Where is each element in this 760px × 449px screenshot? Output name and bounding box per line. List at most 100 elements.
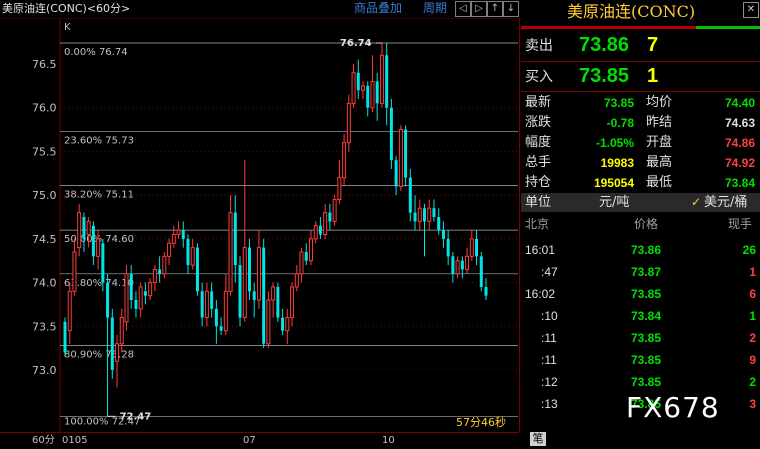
- quote-title: 美原油连(CONC): [567, 2, 696, 21]
- x-tick-label: 07: [243, 435, 256, 446]
- candle-body: [238, 265, 242, 318]
- tab-ticks[interactable]: 笔: [530, 432, 546, 446]
- candle-body: [290, 286, 295, 319]
- period-link[interactable]: 周期: [423, 2, 447, 14]
- tick-row: :11 73.85 2: [521, 328, 760, 350]
- sell-volume: 7: [647, 34, 659, 56]
- unit-option-usd[interactable]: 美元/桶: [704, 196, 747, 209]
- stat-label: 最低: [646, 175, 673, 190]
- candle-body: [342, 142, 347, 179]
- candle-body: [351, 72, 356, 104]
- candle-body: [446, 238, 450, 257]
- candle-body: [379, 54, 384, 104]
- candle-body: [152, 268, 157, 284]
- divider: [521, 91, 760, 92]
- candle-body: [91, 225, 95, 257]
- candle-body: [228, 212, 233, 292]
- stat-label: 最新: [525, 95, 552, 110]
- stat-value: 73.85: [603, 96, 634, 110]
- fib-label: 80.90% 73.28: [64, 350, 134, 361]
- high-marker: 76.74: [340, 38, 372, 49]
- buy-label: 买入: [525, 69, 553, 85]
- candle-body: [389, 107, 393, 161]
- stat-label: 均价: [646, 95, 673, 110]
- candle-body: [366, 85, 370, 108]
- x-tick-label: 0105: [62, 435, 88, 446]
- candle-body: [308, 238, 313, 262]
- unit-label: 单位: [525, 195, 552, 210]
- tick-volume: 9: [749, 353, 756, 367]
- candle-body: [451, 256, 455, 274]
- quote-title-bar: 美原油连(CONC) ✕: [521, 0, 760, 26]
- chart-header: 美原油连(CONC)<60分> 商品叠加 周期 ◁ ▷ ↑ ↓: [0, 0, 519, 19]
- stat-value: 74.40: [724, 96, 755, 110]
- candle-body: [479, 256, 483, 287]
- period-label: 60分: [32, 435, 55, 446]
- fib-label: 23.60% 75.73: [64, 135, 134, 146]
- stat-label: 昨结: [646, 115, 673, 130]
- candle-body: [408, 177, 412, 213]
- candle-body: [427, 207, 432, 222]
- stat-value: -1.05%: [595, 136, 634, 150]
- candlestick-chart[interactable]: 76.5 76.0 75.5 75.0 74.5 74.0 73.5 73.0 0.00% 76…: [0, 19, 520, 432]
- goods-overlay-link[interactable]: 商品叠加: [354, 2, 402, 14]
- candle-body: [115, 343, 120, 362]
- candle-body: [72, 251, 77, 292]
- zoom-in-icon[interactable]: ↑: [487, 1, 503, 17]
- arrow-left-icon[interactable]: ◁: [455, 1, 471, 17]
- candle-body: [460, 260, 464, 270]
- low-marker: 72.47: [120, 411, 152, 422]
- y-tick-label: 76.5: [32, 58, 57, 71]
- quote-panel: 美原油连(CONC) ✕ 卖出 73.86 7 买入 73.85 1 最新 73…: [521, 0, 760, 448]
- stat-value: 19983: [600, 156, 634, 170]
- stat-value: 74.86: [724, 136, 755, 150]
- candle-body: [143, 291, 147, 296]
- candle-body: [86, 220, 91, 235]
- tick-time: :47: [541, 265, 558, 279]
- candle-body: [158, 269, 162, 274]
- col-header-price: 价格: [634, 217, 659, 231]
- tick-time: :12: [541, 375, 558, 389]
- tick-price: 73.85: [630, 331, 661, 345]
- candle-body: [181, 230, 185, 239]
- candle-body: [455, 260, 460, 275]
- candle-body: [328, 212, 332, 222]
- candle-body: [385, 55, 389, 108]
- unit-selector[interactable]: 单位 元/吨 ✓ 美元/桶: [521, 193, 760, 212]
- unit-option-yuan[interactable]: 元/吨: [599, 196, 629, 209]
- candle-body: [465, 255, 470, 270]
- candle-body: [167, 242, 172, 257]
- k-label: K: [64, 22, 71, 33]
- candle-body: [313, 225, 318, 240]
- candle-body: [190, 247, 195, 266]
- stat-label: 总手: [525, 155, 552, 170]
- candle-body: [77, 212, 82, 249]
- stat-label: 最高: [646, 155, 673, 170]
- candle-body: [432, 208, 436, 217]
- candle-body: [134, 300, 138, 309]
- watermark-logo: FX678: [626, 391, 720, 424]
- stat-value: 73.84: [724, 176, 755, 190]
- candle-body: [276, 286, 280, 318]
- y-tick-label: 75.5: [32, 145, 57, 158]
- zoom-out-icon[interactable]: ↓: [503, 1, 519, 17]
- candle-body: [394, 160, 398, 187]
- candle-body: [214, 308, 218, 327]
- close-icon[interactable]: ✕: [743, 2, 759, 18]
- candle-body: [67, 290, 72, 332]
- candle-body: [219, 326, 223, 331]
- candle-body: [437, 217, 441, 231]
- candle-body: [356, 72, 360, 91]
- candle-body: [318, 225, 322, 235]
- candle-body: [271, 286, 276, 301]
- candle-body: [176, 229, 181, 235]
- candle-body: [119, 317, 124, 345]
- candle-body: [370, 80, 375, 109]
- candle-body: [323, 212, 328, 235]
- y-tick-label: 74.0: [32, 277, 57, 290]
- candle-body: [247, 247, 251, 292]
- candle-body: [266, 299, 271, 345]
- tick-time: :10: [541, 309, 558, 323]
- fib-label: 38.20% 75.11: [64, 190, 134, 201]
- arrow-right-icon[interactable]: ▷: [471, 1, 487, 17]
